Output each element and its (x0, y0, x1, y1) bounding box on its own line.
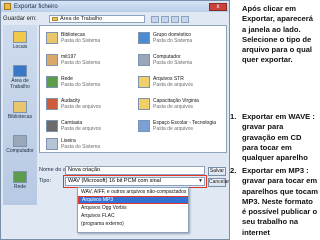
item-type: Pasta do Sistema (153, 38, 193, 44)
save-in-value: Área de Trabalho (60, 16, 103, 22)
new-folder-icon[interactable] (171, 15, 179, 23)
dropdown-option-flac[interactable]: Arquivos FLAC (78, 212, 188, 220)
recent-places-icon (13, 31, 27, 43)
instruction-panel: Após clicar em Exportar, aparecerá a jan… (230, 0, 320, 240)
item-type: Pasta do Sistema (61, 60, 101, 66)
user-folder-icon (46, 54, 58, 66)
item-type: Pasta do Sistema (153, 60, 193, 66)
save-in-select[interactable]: Área de Trabalho (49, 15, 145, 23)
item-type: Pasta de arquivos (153, 82, 194, 88)
network-icon (46, 76, 58, 88)
camera-icon (46, 120, 58, 132)
cancel-button[interactable]: Cancelar (208, 178, 229, 187)
place-label: Área de Trabalho (10, 78, 30, 90)
file-type-label: Tipo: (39, 178, 52, 184)
toolbar-icons (149, 15, 189, 23)
toolbar: Guardar em: Área de Trabalho (3, 14, 227, 24)
step-text: Exportar em MP3 : gravar para tocar em a… (242, 166, 318, 237)
file-name-input[interactable]: Nova criação (65, 166, 205, 175)
back-icon[interactable] (151, 15, 159, 23)
step-number: 2. (230, 166, 237, 175)
folder-icon (138, 98, 150, 110)
view-menu-icon[interactable] (181, 15, 189, 23)
place-recent[interactable]: Locais (3, 31, 37, 50)
homegroup-icon (138, 32, 150, 44)
libraries-icon (46, 32, 58, 44)
trash-icon (46, 138, 58, 150)
item-type: Pasta do Sistema (61, 82, 101, 88)
item-type: Pasta de arquivos (61, 126, 102, 132)
place-libraries[interactable]: Bibliotecas (3, 101, 37, 120)
list-item[interactable]: Audacity Pasta de arquivos (44, 95, 132, 113)
list-item[interactable]: Computador Pasta do Sistema (136, 51, 224, 69)
list-item[interactable]: Espaço Escolar - Tecnologia Pasta de arqu… (136, 117, 224, 135)
item-type: Pasta do Sistema (61, 38, 101, 44)
place-label: Bibliotecas (7, 114, 33, 120)
list-item[interactable]: Lixeira Pasta do Sistema (44, 135, 132, 153)
libraries-icon (13, 101, 27, 113)
audacity-icon (46, 98, 58, 110)
place-label: Rede (14, 184, 26, 190)
network-icon (13, 171, 27, 183)
desktop-icon (13, 65, 27, 77)
place-label: Computador (6, 148, 34, 154)
close-button[interactable]: x (209, 2, 227, 11)
list-item[interactable]: mit197 Pasta do Sistema (44, 51, 132, 69)
dropdown-option-ogg[interactable]: Arquivos Ogg Vorbis (78, 204, 188, 212)
control-icon (138, 120, 150, 132)
folder-icon (52, 17, 58, 21)
intro-text: Após clicar em Exportar, aparecerá a jan… (242, 4, 313, 65)
item-type: Pasta de arquivos (153, 126, 194, 132)
dialog-title: Exportar ficheiro (14, 3, 58, 10)
item-type: Pasta de arquivos (153, 104, 194, 110)
file-list: Bibliotecas Pasta do Sistema Grupo domést… (39, 25, 227, 153)
item-type: Pasta do Sistema (61, 144, 101, 150)
item-type: Pasta de arquivos (61, 104, 102, 110)
export-dialog: Exportar ficheiro x Guardar em: Área de … (0, 0, 230, 240)
place-desktop[interactable]: Área de Trabalho (3, 65, 37, 90)
file-type-dropdown: WAV, AIFF, e outros arquivos não-compact… (77, 187, 189, 233)
place-label: Locais (12, 44, 28, 50)
list-item[interactable]: Grupo doméstico Pasta do Sistema (136, 29, 224, 47)
list-item[interactable]: Arquivos STR Pasta de arquivos (136, 73, 224, 91)
folder-icon (138, 76, 150, 88)
step-number: 1. (230, 112, 237, 121)
places-bar: Locais Área de Trabalho Bibliotecas Comp… (3, 25, 37, 205)
title-bar: Exportar ficheiro x (1, 1, 229, 12)
app-icon (4, 3, 11, 10)
computer-icon (138, 54, 150, 66)
list-item[interactable]: Bibliotecas Pasta do Sistema (44, 29, 132, 47)
computer-icon (13, 135, 27, 147)
list-item[interactable]: Capacitação Virginia Pasta de arquivos (136, 95, 224, 113)
dropdown-option-external[interactable]: (programa externo) (78, 220, 188, 228)
place-network[interactable]: Rede (3, 171, 37, 190)
list-item[interactable]: Camtasia Pasta de arquivos (44, 117, 132, 135)
dropdown-option-mp3[interactable]: Arquivos MP3 (78, 196, 188, 204)
list-item[interactable]: Rede Pasta do Sistema (44, 73, 132, 91)
save-button[interactable]: Salvar (208, 167, 226, 176)
place-computer[interactable]: Computador (3, 135, 37, 154)
save-in-label: Guardar em: (3, 16, 37, 22)
dropdown-option-wav[interactable]: WAV, AIFF, e outros arquivos não-compact… (78, 188, 188, 196)
up-folder-icon[interactable] (161, 15, 169, 23)
step-text: Exportar em WAVE : gravar para gravação … (242, 112, 315, 163)
